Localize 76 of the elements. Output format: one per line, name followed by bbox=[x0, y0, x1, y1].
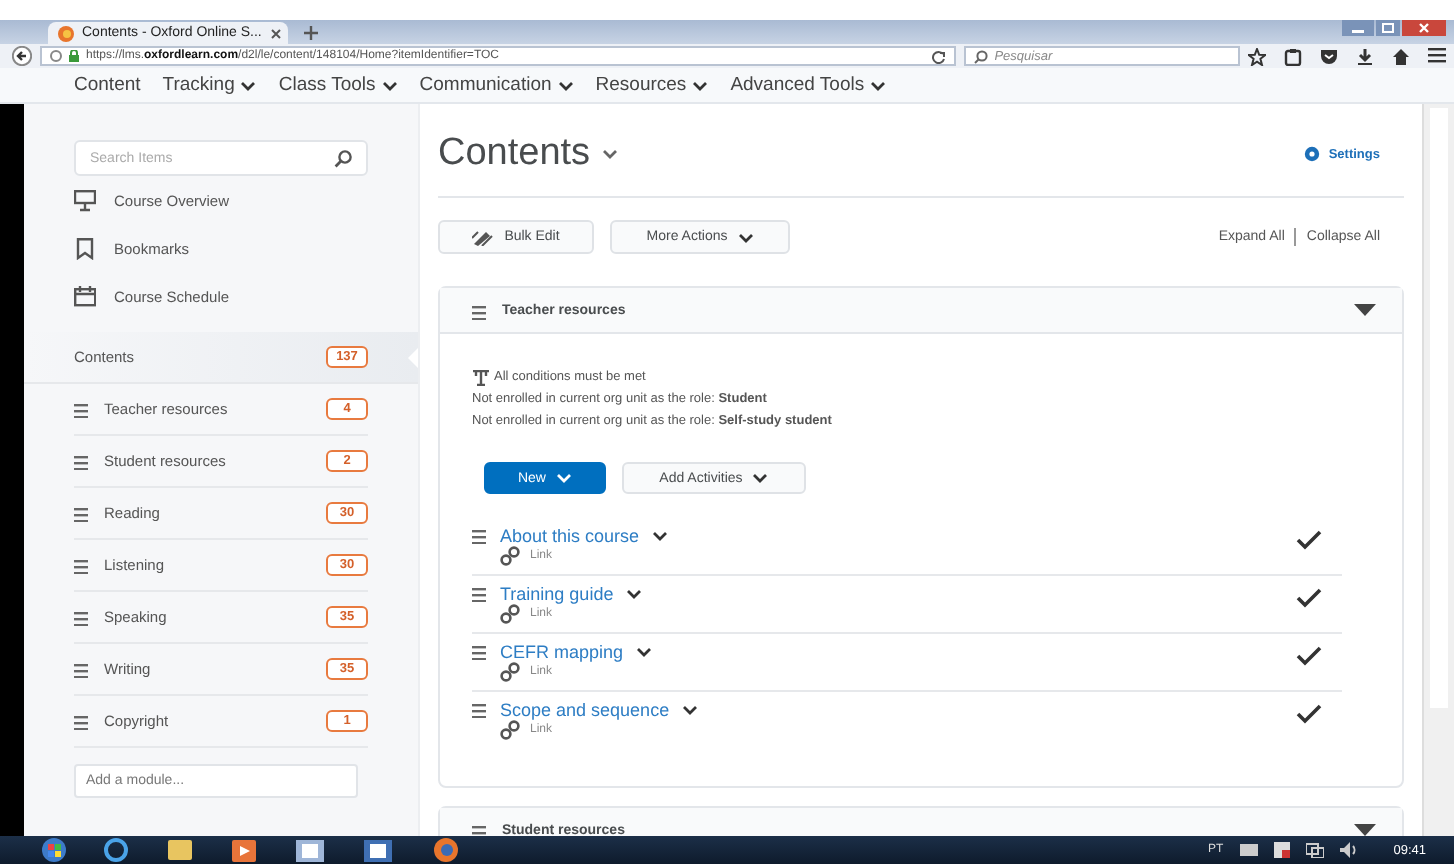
chevron-icon[interactable] bbox=[625, 588, 642, 600]
firefox-icon bbox=[58, 25, 74, 41]
close-icon[interactable] bbox=[1402, 20, 1446, 36]
drag-handle-icon bbox=[74, 404, 88, 418]
chevron-icon bbox=[556, 472, 572, 484]
reload-icon[interactable] bbox=[932, 49, 947, 63]
pocket-icon[interactable] bbox=[1320, 47, 1338, 65]
chevron-icon bbox=[557, 79, 574, 91]
home-icon[interactable] bbox=[1392, 47, 1410, 65]
chevron-icon bbox=[737, 231, 754, 243]
search-icon bbox=[974, 49, 989, 63]
network-icon bbox=[1305, 842, 1324, 858]
star-icon[interactable] bbox=[1248, 47, 1266, 65]
page-title[interactable]: Contents bbox=[438, 132, 619, 176]
browser-icon[interactable] bbox=[104, 838, 128, 862]
drag-handle-icon bbox=[74, 612, 88, 626]
nav-menu[interactable]: Class Tools bbox=[278, 74, 398, 96]
item-link[interactable]: About this course bbox=[500, 526, 640, 546]
presentation-icon bbox=[74, 189, 96, 211]
menu-icon[interactable] bbox=[1428, 47, 1446, 65]
search-icon[interactable] bbox=[334, 149, 352, 167]
scrollbar[interactable] bbox=[1422, 104, 1454, 836]
document-icon[interactable] bbox=[296, 839, 324, 861]
close-icon[interactable] bbox=[269, 27, 282, 39]
nav-menu[interactable]: Advanced Tools bbox=[730, 74, 887, 96]
nav-menu[interactable]: Communication bbox=[419, 74, 574, 96]
link-icon bbox=[500, 546, 520, 566]
drag-handle-icon bbox=[74, 456, 88, 470]
pencil-icon bbox=[472, 229, 495, 245]
nav-menu[interactable]: Tracking bbox=[162, 74, 257, 96]
back-icon[interactable] bbox=[12, 46, 32, 66]
conditions-icon bbox=[472, 369, 490, 385]
chevron-icon bbox=[602, 148, 619, 160]
caret-icon[interactable] bbox=[1354, 304, 1376, 316]
drag-handle-icon bbox=[472, 588, 486, 602]
chevron-icon bbox=[381, 79, 398, 91]
settings-icon bbox=[1304, 146, 1321, 162]
link-icon bbox=[500, 604, 520, 624]
item-link[interactable]: Scope and sequence bbox=[500, 700, 670, 720]
bookmark-icon bbox=[74, 237, 96, 259]
flag-icon bbox=[1273, 842, 1290, 858]
clipboard-icon[interactable] bbox=[1284, 47, 1302, 65]
chevron-icon[interactable] bbox=[635, 646, 652, 658]
start-orb-icon[interactable] bbox=[40, 838, 68, 862]
drag-handle-icon bbox=[74, 664, 88, 678]
drag-handle-icon bbox=[472, 704, 486, 718]
chevron-icon bbox=[752, 472, 769, 484]
download-icon[interactable] bbox=[1356, 47, 1374, 65]
chevron-icon bbox=[870, 79, 887, 91]
new-tab-icon[interactable] bbox=[304, 26, 318, 40]
volume-icon bbox=[1339, 842, 1358, 858]
info-icon bbox=[50, 50, 62, 62]
chevron-icon bbox=[692, 79, 709, 91]
keyboard-icon bbox=[1239, 844, 1258, 856]
chevron-icon[interactable] bbox=[651, 530, 668, 542]
firefox-icon[interactable] bbox=[432, 838, 460, 862]
drag-handle-icon bbox=[472, 646, 486, 660]
document-icon[interactable] bbox=[364, 839, 392, 861]
drag-handle-icon bbox=[472, 530, 486, 544]
nav-menu[interactable]: Content bbox=[74, 74, 141, 96]
calendar-icon bbox=[74, 285, 96, 307]
drag-handle-icon bbox=[472, 305, 486, 319]
item-link[interactable]: Training guide bbox=[500, 584, 614, 604]
chevron-icon[interactable] bbox=[681, 704, 698, 716]
maximize-icon[interactable] bbox=[1376, 20, 1400, 36]
minimize-icon[interactable] bbox=[1342, 20, 1374, 36]
item-link[interactable]: CEFR mapping bbox=[500, 642, 624, 662]
lock-icon bbox=[68, 50, 80, 62]
drag-handle-icon bbox=[74, 716, 88, 730]
drag-handle-icon bbox=[74, 508, 88, 522]
drag-handle-icon bbox=[74, 560, 88, 574]
chevron-icon bbox=[240, 79, 257, 91]
media-player-icon[interactable] bbox=[232, 839, 256, 861]
nav-menu[interactable]: Resources bbox=[595, 74, 709, 96]
link-icon bbox=[500, 720, 520, 740]
link-icon bbox=[500, 662, 520, 682]
